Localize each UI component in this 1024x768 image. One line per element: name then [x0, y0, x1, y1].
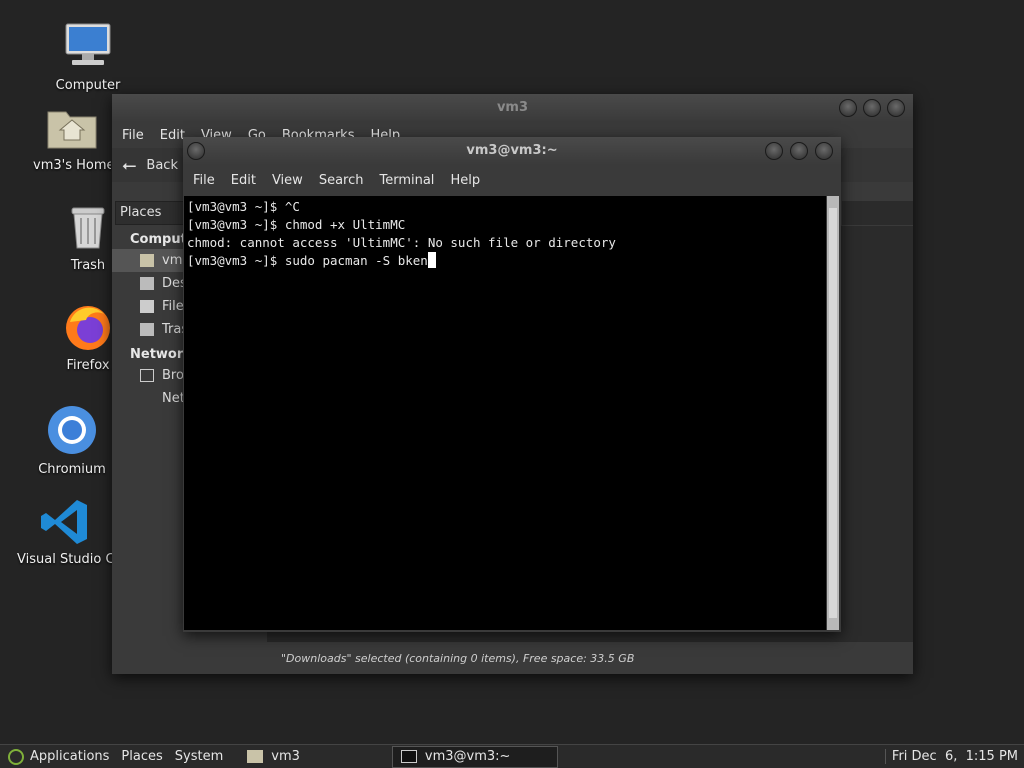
menu-terminal[interactable]: Terminal: [379, 173, 434, 188]
maximize-button[interactable]: [863, 99, 881, 117]
minimize-button[interactable]: [765, 142, 783, 160]
desktop-icon-vscode[interactable]: Visual Studio Code: [17, 494, 113, 567]
terminal-line-current: [vm3@vm3 ~]$ sudo pacman -S bken: [187, 252, 823, 270]
menu-file[interactable]: File: [193, 173, 215, 188]
terminal-scrollbar[interactable]: [827, 196, 839, 630]
vscode-icon: [37, 494, 93, 550]
terminal-line: chmod: cannot access 'UltimMC': No such …: [187, 235, 616, 250]
window-title: vm3@vm3:~: [466, 143, 558, 158]
scrollbar-thumb[interactable]: [829, 208, 837, 618]
taskbar: Applications Places System vm3 vm3@vm3:~…: [0, 744, 1024, 768]
minimize-button[interactable]: [839, 99, 857, 117]
file-manager-titlebar[interactable]: vm3: [112, 94, 913, 122]
terminal-line: [vm3@vm3 ~]$ ^C: [187, 199, 300, 214]
text-cursor: [427, 252, 436, 268]
terminal-menu-button[interactable]: [187, 142, 205, 160]
applications-menu[interactable]: Applications: [8, 748, 109, 765]
terminal-window[interactable]: vm3@vm3:~ File Edit View Search Terminal…: [183, 137, 841, 632]
menu-edit[interactable]: Edit: [231, 173, 256, 188]
location-bar: [842, 201, 913, 225]
terminal-screen[interactable]: [vm3@vm3 ~]$ ^C [vm3@vm3 ~]$ chmod +x Ult…: [184, 196, 826, 630]
task-file-manager[interactable]: vm3: [239, 746, 308, 768]
menu-search[interactable]: Search: [319, 173, 364, 188]
computer-icon: [60, 20, 116, 76]
task-terminal[interactable]: vm3@vm3:~: [391, 745, 558, 768]
system-menu[interactable]: System: [175, 749, 223, 764]
desktop-icon-computer[interactable]: Computer: [33, 20, 143, 93]
menu-help[interactable]: Help: [450, 173, 480, 188]
trash-icon: [60, 200, 116, 256]
folder-icon: [247, 750, 264, 763]
close-button[interactable]: [815, 142, 833, 160]
network-icon: [140, 369, 154, 382]
home-folder-icon: [44, 100, 100, 156]
places-menu[interactable]: Places: [121, 749, 162, 764]
desktop-icon-home[interactable]: vm3's Home: [33, 100, 111, 173]
maximize-button[interactable]: [790, 142, 808, 160]
window-title: vm3: [496, 100, 529, 115]
chromium-icon: [44, 404, 100, 460]
terminal-menubar: File Edit View Search Terminal Help: [183, 165, 841, 196]
desktop-icon-chromium[interactable]: Chromium: [17, 404, 127, 477]
back-button[interactable]: ⭠ Back: [122, 155, 178, 176]
menu-view[interactable]: View: [272, 173, 303, 188]
home-icon: [140, 254, 154, 267]
status-bar: "Downloads" selected (containing 0 items…: [267, 641, 913, 674]
menu-edit[interactable]: Edit: [160, 128, 185, 143]
back-arrow-icon: ⭠: [122, 154, 137, 176]
firefox-icon: [60, 300, 116, 356]
terminal-line: [vm3@vm3 ~]$ chmod +x UltimMC: [187, 217, 406, 232]
menu-file[interactable]: File: [122, 128, 144, 143]
desktop-folder-icon: [140, 277, 154, 290]
close-button[interactable]: [887, 99, 905, 117]
terminal-titlebar[interactable]: vm3@vm3:~: [183, 137, 841, 165]
clock[interactable]: Fri Dec 6, 1:15 PM: [884, 749, 1018, 764]
terminal-icon: [400, 750, 417, 763]
trash-small-icon: [140, 323, 154, 336]
places-selector[interactable]: Places: [115, 201, 185, 225]
menu-logo-icon: [8, 748, 24, 765]
drive-icon: [140, 300, 154, 313]
